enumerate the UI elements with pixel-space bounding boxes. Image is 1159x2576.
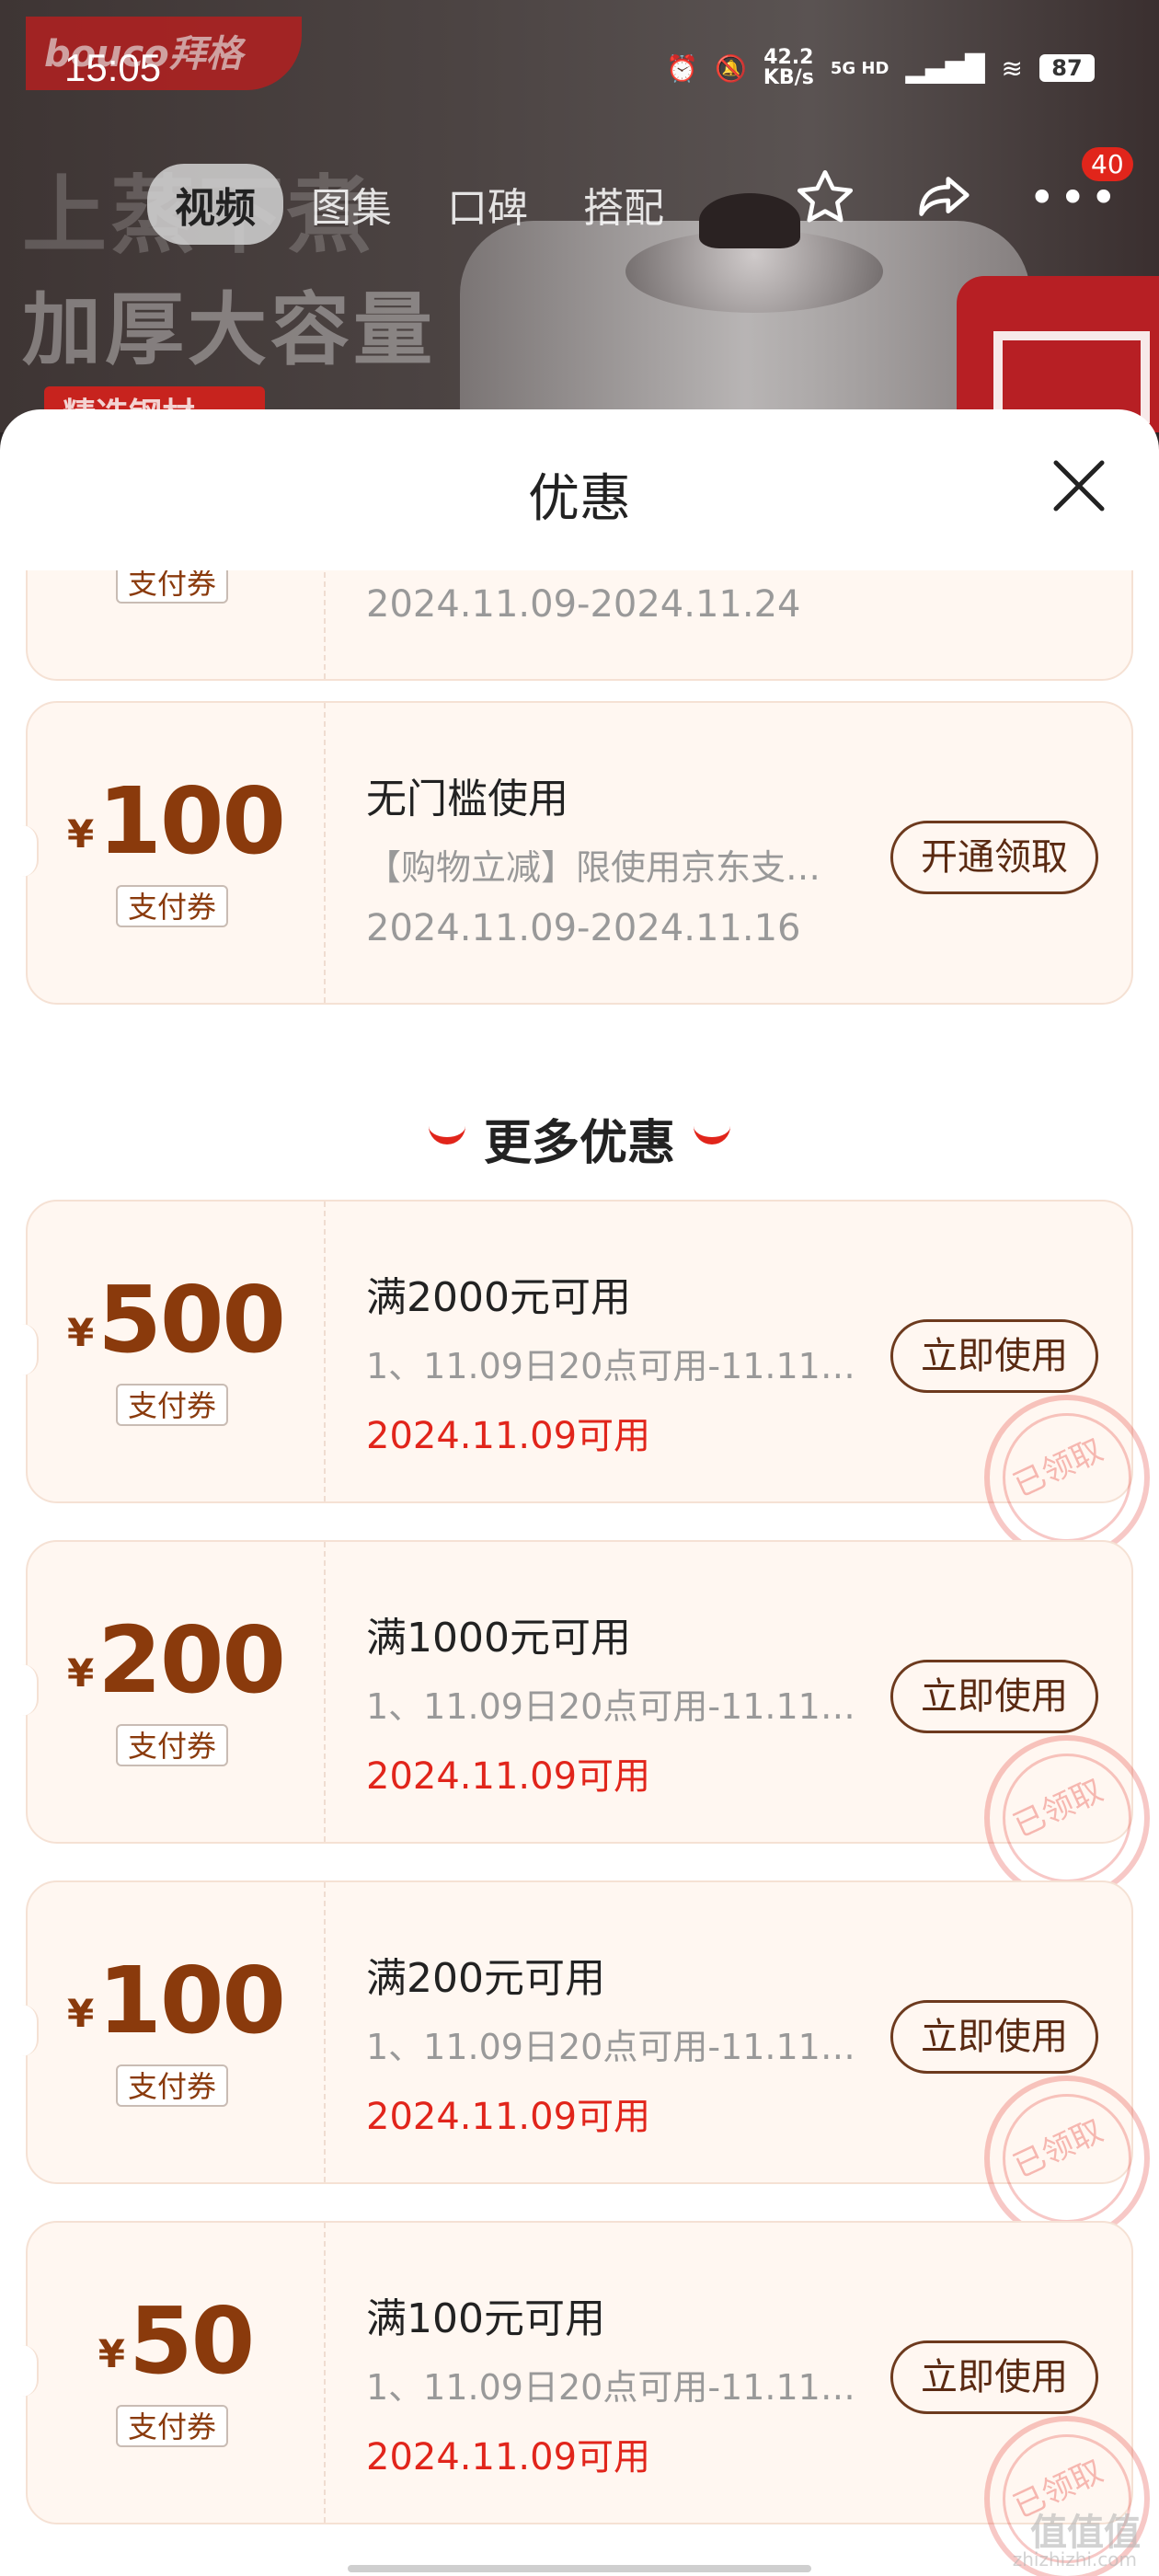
use-now-button[interactable]: 立即使用 — [890, 1319, 1098, 1393]
coupon-card: ¥200 支付券 满1000元可用 1、11.09日20点可用-11.11… 2… — [22, 1540, 1150, 1901]
coupon-amount-value: 200 — [98, 1606, 286, 1714]
activate-claim-button[interactable]: 开通领取 — [890, 821, 1098, 894]
coupon-list[interactable]: 支付券 2024.11.09-2024.11.24 ¥100 支付券 无门槛使用… — [0, 570, 1159, 2576]
coupon-card: 支付券 2024.11.09-2024.11.24 — [26, 570, 1133, 681]
coupon-card: ¥500 支付券 满2000元可用 1、11.09日20点可用-11.11… 2… — [22, 1200, 1150, 1560]
discount-sheet: 优惠 支付券 2024.11.09-2024.11.24 ¥100 支付券 无门… — [0, 409, 1159, 2576]
coupon-card: ¥100 支付券 无门槛使用 【购物立减】限使用京东支… 2024.11.09-… — [22, 701, 1133, 1005]
coupon-condition: 满2000元可用 — [366, 1274, 631, 1321]
message-count-badge: 40 — [1082, 147, 1133, 181]
card-divider — [324, 1542, 326, 1842]
sheet-title: 优惠 — [528, 469, 631, 529]
coupon-condition: 无门槛使用 — [366, 776, 568, 822]
coupon-description: 1、11.09日20点可用-11.11… — [366, 1346, 855, 1386]
coupon-validity: 2024.11.09-2024.11.24 — [366, 583, 801, 626]
card-divider — [324, 570, 326, 679]
claimed-stamp: 已领取 — [984, 1395, 1150, 1560]
coupon-description: 1、11.09日20点可用-11.11… — [366, 2367, 855, 2408]
media-tabs: 视频 图集 口碑 搭配 — [147, 164, 692, 245]
status-icons: ⏰ 🔕 42.2 KB/s 5G HD ▂▄▆█ ≋ 87 — [666, 48, 1095, 88]
wifi-icon: ≋ — [1001, 52, 1023, 84]
home-indicator[interactable] — [348, 2565, 811, 2572]
network-speed-unit: KB/s — [763, 66, 814, 89]
signal-icon: ▂▄▆█ — [905, 52, 985, 84]
coupon-currency: ¥ — [67, 1310, 95, 1355]
tab-video[interactable]: 视频 — [147, 164, 283, 245]
coupon-card: ¥100 支付券 满200元可用 1、11.09日20点可用-11.11… 20… — [22, 1880, 1150, 2241]
tab-reviews[interactable]: 口碑 — [419, 164, 556, 245]
product-top-nav: 视频 图集 口碑 搭配 ••• 40 — [0, 147, 1159, 248]
coupon-amount: ¥100 — [28, 767, 324, 875]
card-divider — [324, 703, 326, 1003]
coupon-description: 【购物立减】限使用京东支… — [366, 847, 821, 888]
coupon-validity: 2024.11.09可用 — [366, 2436, 651, 2478]
coupon-amount: ¥50 — [28, 2287, 324, 2395]
coupon-card: ¥50 支付券 满100元可用 1、11.09日20点可用-11.11… 202… — [22, 2221, 1150, 2576]
coupon-type-label: 支付券 — [116, 570, 228, 604]
coupon-condition: 满100元可用 — [366, 2295, 605, 2342]
coupon-type-label: 支付券 — [116, 1384, 228, 1426]
coupon-currency: ¥ — [67, 1991, 95, 2036]
coupon-validity: 2024.11.09可用 — [366, 2096, 651, 2138]
coupon-amount: ¥500 — [28, 1266, 324, 1374]
network-speed: 42.2 KB/s — [763, 48, 814, 88]
network-type: 5G HD — [830, 58, 889, 78]
coupon-description: 1、11.09日20点可用-11.11… — [366, 2027, 855, 2067]
coupon-amount-value: 100 — [98, 767, 286, 875]
more-offers-heading-text: 更多优惠 — [483, 1116, 675, 1171]
status-bar: 15:05 ⏰ 🔕 42.2 KB/s 5G HD ▂▄▆█ ≋ 87 — [0, 37, 1159, 110]
claimed-stamp: 已领取 — [984, 1735, 1150, 1901]
coupon-amount: ¥200 — [28, 1606, 324, 1714]
use-now-button[interactable]: 立即使用 — [890, 1660, 1098, 1733]
card-divider — [324, 2223, 326, 2523]
coupon-description: 1、11.09日20点可用-11.11… — [366, 1686, 855, 1727]
hero-text-2: 加厚大容量 — [22, 284, 436, 376]
coupon-currency: ¥ — [98, 2331, 126, 2376]
card-divider — [324, 1202, 326, 1501]
coupon-type-label: 支付券 — [116, 2064, 228, 2107]
coupon-validity: 2024.11.09可用 — [366, 1415, 651, 1457]
coupon-type-label: 支付券 — [116, 1724, 228, 1766]
coupon-amount-value: 50 — [129, 2287, 255, 2395]
coupon-amount: ¥100 — [28, 1947, 324, 2054]
coupon-amount-value: 100 — [98, 1947, 286, 2054]
battery-level: 87 — [1051, 55, 1083, 81]
favorite-star-icon[interactable] — [793, 166, 857, 244]
card-divider — [324, 1882, 326, 2182]
coupon-condition: 满200元可用 — [366, 1955, 605, 2002]
coupon-amount-value: 500 — [98, 1266, 286, 1374]
coupon-currency: ¥ — [67, 811, 95, 857]
tab-gallery[interactable]: 图集 — [283, 164, 419, 245]
coupon-validity: 2024.11.09可用 — [366, 1755, 651, 1798]
coupon-validity: 2024.11.09-2024.11.16 — [366, 907, 801, 949]
tab-match[interactable]: 搭配 — [556, 164, 692, 245]
watermark-site: zhizhizhi.com — [1012, 2548, 1137, 2570]
battery-icon: 87 — [1039, 54, 1095, 82]
alarm-icon: ⏰ — [666, 52, 698, 84]
mute-icon: 🔕 — [714, 52, 747, 84]
close-icon[interactable] — [1047, 454, 1111, 518]
coupon-currency: ¥ — [67, 1650, 95, 1696]
smile-icon — [428, 1121, 465, 1144]
coupon-type-label: 支付券 — [116, 885, 228, 927]
coupon-type-label: 支付券 — [116, 2405, 228, 2447]
more-offers-heading: 更多优惠 — [0, 1104, 1159, 1173]
use-now-button[interactable]: 立即使用 — [890, 2000, 1098, 2074]
use-now-button[interactable]: 立即使用 — [890, 2340, 1098, 2414]
coupon-condition: 满1000元可用 — [366, 1615, 631, 1662]
share-icon[interactable] — [911, 166, 975, 244]
smile-icon — [694, 1121, 730, 1144]
status-time: 15:05 — [64, 46, 162, 89]
claimed-stamp: 已领取 — [984, 2076, 1150, 2241]
